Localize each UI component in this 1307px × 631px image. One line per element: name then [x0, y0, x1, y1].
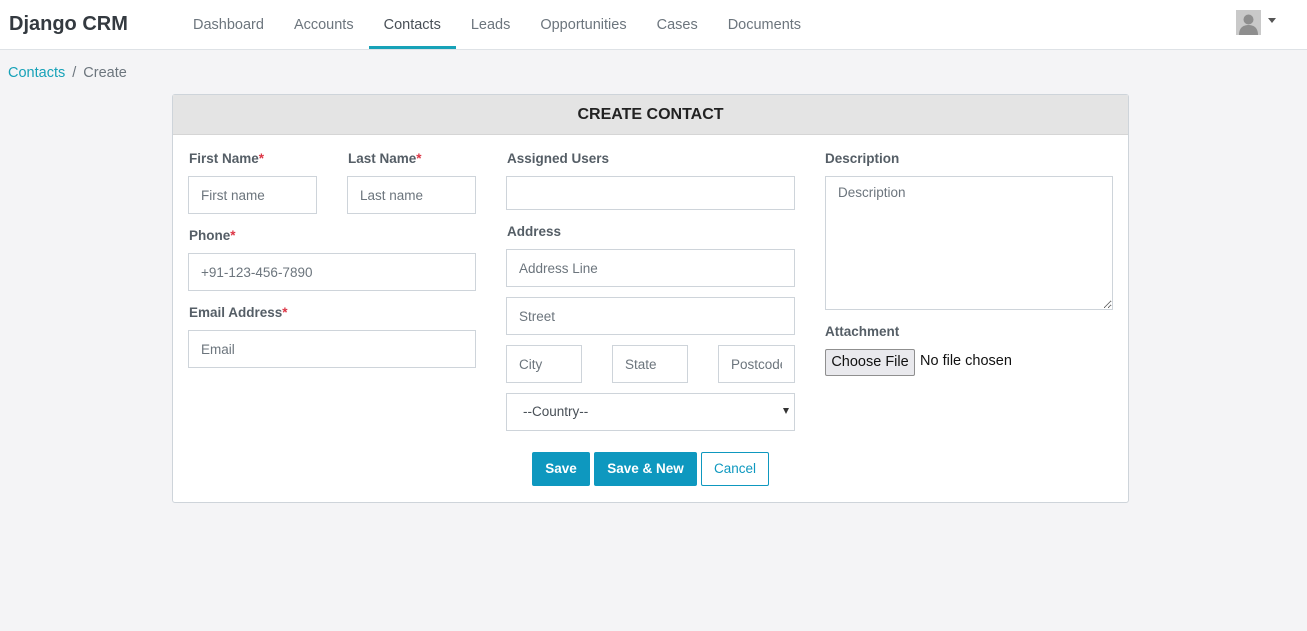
postcode-input[interactable] [718, 345, 795, 383]
country-select[interactable]: --Country-- [506, 393, 795, 431]
nav-item-opportunities[interactable]: Opportunities [525, 0, 641, 49]
address-label: Address [507, 224, 562, 239]
breadcrumb-separator: / [72, 65, 77, 81]
nav-item-documents[interactable]: Documents [713, 0, 816, 49]
nav-item-cases[interactable]: Cases [642, 0, 713, 49]
state-input[interactable] [612, 345, 688, 383]
breadcrumb-current: Create [83, 65, 127, 81]
create-contact-card: CREATE CONTACT First Name* Last Name* Ph… [172, 94, 1129, 503]
email-label: Email Address* [189, 305, 288, 320]
phone-label: Phone* [189, 228, 236, 243]
chevron-down-icon [783, 408, 789, 414]
last-name-label: Last Name* [348, 151, 422, 166]
card-title: CREATE CONTACT [173, 95, 1128, 135]
assigned-users-input[interactable] [506, 176, 795, 210]
breadcrumb-contacts-link[interactable]: Contacts [8, 65, 65, 81]
nav-item-accounts[interactable]: Accounts [279, 0, 369, 49]
user-avatar-icon[interactable] [1236, 10, 1261, 35]
breadcrumb: Contacts / Create [8, 65, 127, 81]
email-input[interactable] [188, 330, 476, 368]
save-button[interactable]: Save [532, 452, 590, 486]
description-label: Description [825, 151, 900, 166]
choose-file-button[interactable]: Choose File [825, 349, 915, 376]
main-nav: Dashboard Accounts Contacts Leads Opport… [178, 0, 816, 49]
caret-down-icon[interactable] [1268, 18, 1276, 23]
attachment-label: Attachment [825, 324, 900, 339]
description-textarea[interactable] [825, 176, 1113, 310]
street-input[interactable] [506, 297, 795, 335]
brand-logo[interactable]: Django CRM [9, 13, 128, 36]
country-select-value: --Country-- [523, 404, 589, 419]
address-line-input[interactable] [506, 249, 795, 287]
last-name-input[interactable] [347, 176, 476, 214]
nav-item-contacts[interactable]: Contacts [368, 0, 456, 49]
phone-input[interactable] [188, 253, 476, 291]
nav-item-dashboard[interactable]: Dashboard [178, 0, 279, 49]
nav-item-leads[interactable]: Leads [456, 0, 526, 49]
assigned-users-label: Assigned Users [507, 151, 610, 166]
city-input[interactable] [506, 345, 582, 383]
save-and-new-button[interactable]: Save & New [594, 452, 697, 486]
top-navbar: Django CRM Dashboard Accounts Contacts L… [0, 0, 1307, 50]
first-name-label: First Name* [189, 151, 265, 166]
file-status-text: No file chosen [920, 353, 1012, 369]
cancel-button[interactable]: Cancel [701, 452, 769, 486]
first-name-input[interactable] [188, 176, 317, 214]
